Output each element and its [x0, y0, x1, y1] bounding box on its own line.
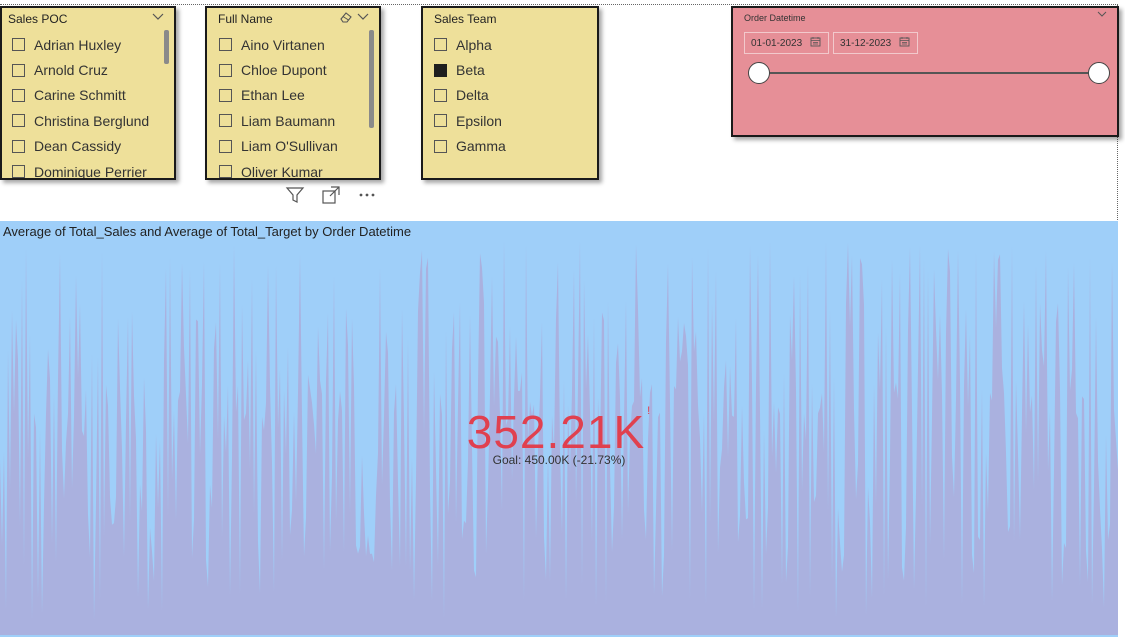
slicer-item[interactable]: Aino Virtanen — [219, 32, 365, 57]
checkbox[interactable] — [434, 88, 447, 102]
slicer-item-label: Christina Berglund — [34, 112, 150, 129]
checkbox-checked[interactable] — [434, 63, 447, 77]
date-slicer-title: Order Datetime — [744, 13, 806, 23]
slicer-item-label: Delta — [456, 87, 489, 104]
slicer-item[interactable]: Carine Schmitt — [12, 83, 160, 108]
start-date-value: 01-01-2023 — [751, 37, 803, 49]
sales-team-slicer[interactable]: Sales Team Alpha Beta Delta Epsilon Gamm… — [421, 6, 599, 180]
slicer-item[interactable]: Liam Baumann — [219, 108, 365, 133]
slicer-item-label: Arnold Cruz — [34, 62, 108, 79]
checkbox[interactable] — [434, 38, 447, 52]
checkbox[interactable] — [12, 88, 25, 102]
calendar-icon[interactable] — [810, 36, 821, 50]
calendar-icon[interactable] — [899, 36, 910, 50]
checkbox[interactable] — [219, 63, 232, 77]
slicer-item-label: Liam O'Sullivan — [241, 138, 338, 155]
slicer-item[interactable]: Alpha — [434, 32, 583, 57]
slicer-item[interactable]: Liam O'Sullivan — [219, 134, 365, 159]
checkbox[interactable] — [12, 139, 25, 153]
start-date-input[interactable]: 01-01-2023 — [744, 32, 829, 54]
slicer-item-label: Dominique Perrier — [34, 163, 147, 180]
more-options-icon[interactable] — [355, 183, 379, 207]
scrollbar-thumb[interactable] — [164, 30, 169, 64]
checkbox[interactable] — [12, 165, 25, 178]
slicer-item[interactable]: Dean Cassidy — [12, 134, 160, 159]
slicer-item[interactable]: Arnold Cruz — [12, 57, 160, 82]
scrollbar-thumb[interactable] — [369, 30, 374, 128]
slicer-list: Aino Virtanen Chloe Dupont Ethan Lee Lia… — [219, 32, 365, 180]
slicer-title: Sales POC — [8, 12, 68, 26]
order-datetime-slicer[interactable]: Order Datetime 01-01-2023 31-12-2023 — [731, 6, 1119, 137]
checkbox[interactable] — [12, 114, 25, 128]
chevron-down-icon[interactable] — [1097, 10, 1107, 21]
slicer-list: Adrian Huxley Arnold Cruz Carine Schmitt… — [12, 32, 160, 180]
slicer-item-label: Liam Baumann — [241, 112, 336, 129]
checkbox[interactable] — [12, 63, 25, 77]
end-date-handle[interactable] — [1088, 62, 1110, 84]
full-name-slicer[interactable]: Full Name Aino Virtanen Chloe Dupont Eth… — [205, 6, 381, 180]
chevron-down-icon[interactable] — [357, 11, 369, 25]
slicer-item-label: Aino Virtanen — [241, 36, 325, 53]
checkbox[interactable] — [219, 165, 232, 178]
slicer-title: Full Name — [218, 12, 273, 26]
slicer-item[interactable]: Oliver Kumar — [219, 159, 365, 180]
slicer-item[interactable]: Christina Berglund — [12, 108, 160, 133]
chart-title: Average of Total_Sales and Average of To… — [3, 224, 412, 239]
visual-header-toolbar — [283, 183, 379, 207]
slicer-item-label: Ethan Lee — [241, 87, 305, 104]
eraser-icon[interactable] — [339, 11, 353, 26]
slicer-item[interactable]: Adrian Huxley — [12, 32, 160, 57]
sales-target-chart[interactable]: Average of Total_Sales and Average of To… — [0, 221, 1118, 637]
slicer-item-label: Dean Cassidy — [34, 138, 122, 155]
start-date-handle[interactable] — [748, 62, 770, 84]
kpi-warning-flag: ! — [647, 405, 652, 417]
slicer-title: Sales Team — [434, 12, 497, 26]
slicer-item[interactable]: Chloe Dupont — [219, 57, 365, 82]
slicer-item[interactable]: Epsilon — [434, 108, 583, 133]
slicer-item[interactable]: Gamma — [434, 134, 583, 159]
kpi-value-text: 352.21K — [466, 406, 646, 458]
end-date-input[interactable]: 31-12-2023 — [833, 32, 918, 54]
kpi-value: 352.21K! — [0, 405, 1118, 459]
slicer-item[interactable]: Beta — [434, 57, 583, 82]
checkbox[interactable] — [219, 88, 232, 102]
slicer-item-label: Chloe Dupont — [241, 62, 327, 79]
checkbox[interactable] — [434, 139, 447, 153]
slicer-item[interactable]: Delta — [434, 83, 583, 108]
checkbox[interactable] — [434, 114, 447, 128]
slicer-item-label: Beta — [456, 62, 485, 79]
chevron-down-icon[interactable] — [152, 11, 164, 25]
checkbox[interactable] — [219, 139, 232, 153]
slicer-item[interactable]: Ethan Lee — [219, 83, 365, 108]
checkbox[interactable] — [12, 38, 25, 52]
slicer-item-label: Gamma — [456, 138, 506, 155]
slicer-item-label: Adrian Huxley — [34, 36, 122, 53]
slicer-list: Alpha Beta Delta Epsilon Gamma — [434, 32, 583, 159]
focus-mode-icon[interactable] — [319, 183, 343, 207]
end-date-value: 31-12-2023 — [840, 37, 892, 49]
filter-icon[interactable] — [283, 183, 307, 207]
slicer-item-label: Epsilon — [456, 112, 502, 129]
checkbox[interactable] — [219, 114, 232, 128]
checkbox[interactable] — [219, 38, 232, 52]
slicer-item-label: Alpha — [456, 36, 492, 53]
sales-poc-slicer[interactable]: Sales POC Adrian Huxley Arnold Cruz Cari… — [0, 6, 176, 180]
date-range-track[interactable] — [758, 72, 1100, 74]
slicer-item[interactable]: Dominique Perrier — [12, 159, 160, 180]
slicer-item-label: Carine Schmitt — [34, 87, 126, 104]
slicer-item-label: Oliver Kumar — [241, 163, 323, 180]
kpi-goal: Goal: 450.00K (-21.73%) — [492, 453, 626, 467]
